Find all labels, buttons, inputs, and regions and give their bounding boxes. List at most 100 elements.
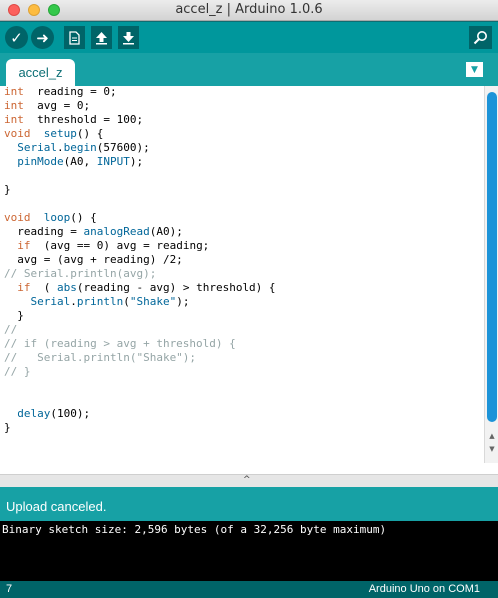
code-line: delay(100); xyxy=(4,407,276,421)
code-token: } xyxy=(4,183,11,196)
code-token: abs xyxy=(57,281,77,294)
code-token: begin xyxy=(63,141,97,154)
code-token: // Serial.println("Shake"); xyxy=(4,351,197,364)
triangle-down-icon: ▼ xyxy=(471,64,478,75)
code-token: // Serial.println(avg); xyxy=(4,267,157,280)
serial-monitor-button[interactable] xyxy=(469,26,492,49)
code-token: threshold = 100; xyxy=(23,113,144,126)
code-line: // } xyxy=(4,365,276,379)
code-token: // xyxy=(4,323,18,336)
code-line: Serial.println("Shake"); xyxy=(4,295,276,309)
code-line: // Serial.println(avg); xyxy=(4,267,276,281)
code-token: reading = 0; xyxy=(23,86,117,98)
code-token: "Shake" xyxy=(129,295,177,308)
scroll-down-arrow-icon[interactable]: ▼ xyxy=(486,443,498,455)
board-port-label: Arduino Uno on COM1 xyxy=(368,583,480,595)
code-line: // Serial.println("Shake"); xyxy=(4,351,276,365)
code-text: int reading = 0; int avg = 0; int threshol… xyxy=(4,86,276,435)
code-line: int avg = 0; xyxy=(4,99,276,113)
tab-menu-button[interactable]: ▼ xyxy=(466,62,483,77)
code-token: Serial xyxy=(17,141,57,154)
code-token: (100); xyxy=(50,407,91,420)
code-token: } xyxy=(4,309,24,322)
editor-bottom-margin xyxy=(0,463,498,474)
console-splitter[interactable]: ^ xyxy=(0,474,498,487)
code-token: ); xyxy=(176,295,190,308)
code-token: (A0); xyxy=(149,225,183,238)
code-token: () { xyxy=(70,211,97,224)
upload-button[interactable]: ➜ xyxy=(31,26,54,49)
code-token: int xyxy=(4,99,24,112)
line-number: 7 xyxy=(6,583,13,595)
checkmark-icon: ✓ xyxy=(10,28,23,47)
save-arrow-down-icon xyxy=(123,31,134,44)
new-button[interactable] xyxy=(64,26,85,49)
code-token: if xyxy=(17,281,31,294)
code-token: pinMode xyxy=(17,155,64,168)
code-token: loop xyxy=(43,211,71,224)
status-bar: Upload canceled. xyxy=(0,487,498,521)
code-token: Serial xyxy=(30,295,71,308)
window-title: accel_z | Arduino 1.0.6 xyxy=(175,2,323,17)
verify-button[interactable]: ✓ xyxy=(5,26,28,49)
code-token: setup xyxy=(43,127,77,140)
code-line: if (avg == 0) avg = reading; xyxy=(4,239,276,253)
code-editor[interactable]: int reading = 0; int avg = 0; int threshol… xyxy=(0,86,484,463)
status-message: Upload canceled. xyxy=(6,499,107,514)
code-token: . xyxy=(70,295,77,308)
code-token: // } xyxy=(4,365,31,378)
code-token: (avg == 0) avg = reading; xyxy=(30,239,210,252)
tab-strip: accel_z ▼ xyxy=(0,53,498,86)
code-line: avg = (avg + reading) /2; xyxy=(4,253,276,267)
code-line: } xyxy=(4,309,276,323)
code-line: int reading = 0; xyxy=(4,86,276,99)
code-token: analogRead xyxy=(83,225,150,238)
code-token: delay xyxy=(17,407,51,420)
code-token: ( xyxy=(123,295,130,308)
magnifier-icon xyxy=(473,31,487,45)
code-line: void loop() { xyxy=(4,211,276,225)
right-arrow-icon: ➜ xyxy=(36,28,49,47)
tab-accel-z[interactable]: accel_z xyxy=(6,59,75,86)
save-button[interactable] xyxy=(118,26,139,49)
code-token: () { xyxy=(76,127,104,140)
code-token: . xyxy=(57,141,64,154)
code-token: } xyxy=(4,421,11,434)
code-token: reading = xyxy=(4,225,84,238)
scroll-up-arrow-icon[interactable]: ▲ xyxy=(486,430,498,442)
code-line: } xyxy=(4,183,276,197)
code-token: void xyxy=(4,211,31,224)
footer-bar: 7 Arduino Uno on COM1 xyxy=(0,581,498,598)
code-token: void xyxy=(4,127,31,140)
code-line: } xyxy=(4,421,276,435)
code-token: avg = 0; xyxy=(23,99,91,112)
code-token: INPUT xyxy=(96,155,130,168)
code-line: // if (reading > avg + threshold) { xyxy=(4,337,276,351)
console-line: Binary sketch size: 2,596 bytes (of a 32… xyxy=(2,523,387,536)
code-token: avg = (avg + reading) /2; xyxy=(4,253,183,266)
title-bar: accel_z | Arduino 1.0.6 xyxy=(0,0,498,21)
code-token: ); xyxy=(129,155,144,168)
code-token: println xyxy=(76,295,124,308)
open-button[interactable] xyxy=(91,26,112,49)
open-arrow-up-icon xyxy=(96,31,107,44)
toolbar: ✓ ➜ xyxy=(0,22,498,53)
console-output[interactable]: Binary sketch size: 2,596 bytes (of a 32… xyxy=(0,521,498,581)
code-token: (reading - avg) > threshold) { xyxy=(76,281,276,294)
code-token: ( xyxy=(30,281,57,294)
scrollbar-thumb[interactable] xyxy=(487,92,497,422)
new-file-icon xyxy=(69,30,80,45)
code-token: (57600); xyxy=(96,141,150,154)
code-line: void setup() { xyxy=(4,127,276,141)
editor-vertical-scrollbar[interactable]: ▲ ▼ xyxy=(484,86,498,463)
code-token: if xyxy=(17,239,31,252)
